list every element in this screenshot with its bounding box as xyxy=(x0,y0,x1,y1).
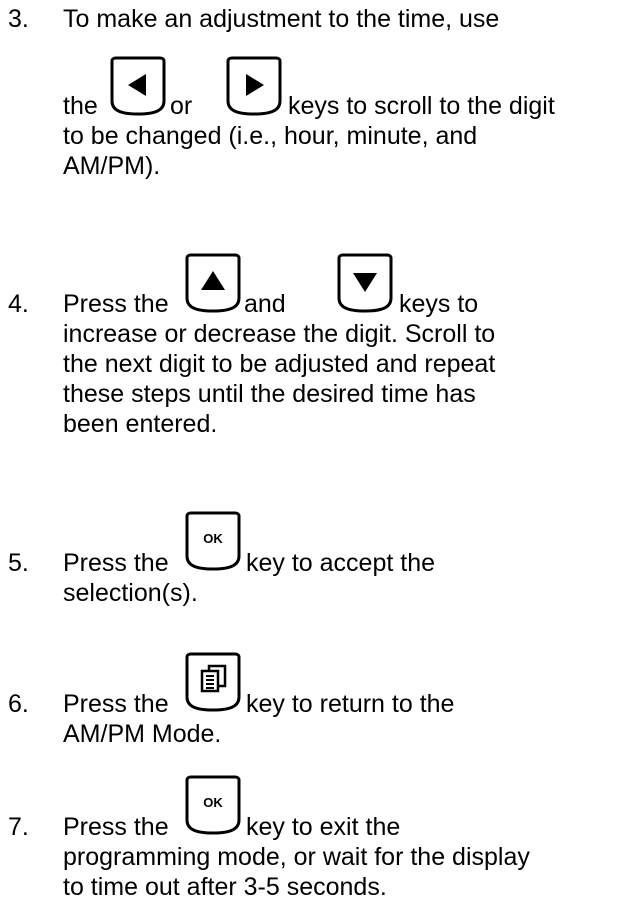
ok-key-icon: OK xyxy=(185,775,241,835)
step-text-line: To make an adjustment to the time, use xyxy=(63,5,500,33)
step-text-line: Press the xyxy=(63,290,169,318)
step-text-line: to be changed (i.e., hour, minute, and xyxy=(63,122,478,150)
ok-key-label: OK xyxy=(203,795,223,810)
step-text-line: the xyxy=(63,92,98,120)
step-text-line: and xyxy=(244,290,286,318)
step-text-line: selection(s). xyxy=(63,579,198,607)
step-text-line: keys to xyxy=(399,290,479,318)
step-text-line: increase or decrease the digit. Scroll t… xyxy=(63,320,496,348)
step-number: 3. xyxy=(8,5,29,33)
step-text-line: or xyxy=(170,92,193,120)
step-text-line: Press the xyxy=(63,813,169,841)
right-arrow-key-icon xyxy=(226,56,282,116)
step-number: 7. xyxy=(8,813,29,841)
step-text-line: key to return to the xyxy=(246,690,455,718)
step-text-line: AM/PM Mode. xyxy=(63,720,222,748)
step-text-line: keys to scroll to the digit xyxy=(288,92,555,120)
ok-key-icon: OK xyxy=(185,511,241,571)
step-number: 5. xyxy=(8,549,29,577)
step-text-line: Press the xyxy=(63,690,169,718)
step-text-line: been entered. xyxy=(63,410,218,438)
step-text-line: Press the xyxy=(63,549,169,577)
left-arrow-key-icon xyxy=(110,56,166,116)
step-number: 4. xyxy=(8,290,29,318)
down-arrow-key-icon xyxy=(337,253,393,313)
step-text-line: programming mode, or wait for the displa… xyxy=(63,843,530,871)
step-text-line: the next digit to be adjusted and repeat xyxy=(63,350,496,378)
step-text-line: key to accept the xyxy=(246,549,436,577)
ok-key-label: OK xyxy=(203,531,223,546)
step-text-line: key to exit the xyxy=(246,813,401,841)
up-arrow-key-icon xyxy=(185,253,241,313)
step-text-line: these steps until the desired time has xyxy=(63,380,476,408)
menu-pages-key-icon xyxy=(185,652,241,712)
step-text-line: to time out after 3-5 seconds. xyxy=(63,873,387,901)
step-number: 6. xyxy=(8,690,29,718)
step-text-line: AM/PM). xyxy=(63,152,161,180)
